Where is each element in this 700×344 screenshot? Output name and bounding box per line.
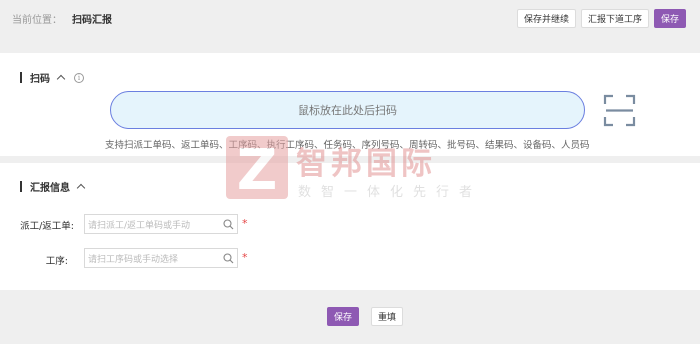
- scan-support-tip: 支持扫派工单码、返工单码、工序码、执行工序码、任务码、序列号码、周转码、批号码、…: [105, 140, 590, 151]
- search-icon[interactable]: [223, 253, 234, 264]
- scan-section: 扫码 i 鼠标放在此处后扫码 支持扫派工单码、返工单码、工序码、执行工序码、任务…: [0, 53, 700, 156]
- scan-section-title: 扫码: [30, 74, 50, 85]
- top-toolbar: 保存并继续 汇报下道工序 保存: [516, 9, 686, 28]
- scan-icon[interactable]: [603, 94, 636, 127]
- dispatch-order-placeholder: 请扫派工/返工单码或手动: [88, 220, 191, 231]
- scan-input-area[interactable]: 鼠标放在此处后扫码: [110, 91, 585, 129]
- section-marker: [20, 181, 22, 192]
- report-section-title: 汇报信息: [30, 183, 70, 194]
- report-section-header[interactable]: 汇报信息: [20, 179, 86, 194]
- reset-button[interactable]: 重填: [371, 307, 404, 326]
- section-marker: [20, 72, 22, 83]
- process-placeholder: 请扫工序码或手动选择: [88, 254, 179, 265]
- required-mark: *: [242, 217, 248, 230]
- info-icon[interactable]: i: [74, 72, 84, 83]
- process-input[interactable]: 请扫工序码或手动选择: [84, 248, 238, 268]
- save-and-continue-button[interactable]: 保存并继续: [516, 9, 576, 28]
- dispatch-order-label: 派工/返工单:: [20, 221, 74, 232]
- scan-section-header[interactable]: 扫码 i: [20, 70, 84, 85]
- breadcrumb-label: 当前位置：: [12, 14, 62, 26]
- chevron-up-icon[interactable]: [56, 74, 66, 84]
- footer-actions: 保存 重填: [327, 307, 404, 326]
- report-next-process-button[interactable]: 汇报下道工序: [580, 9, 649, 28]
- chevron-up-icon[interactable]: [76, 183, 86, 193]
- page-title: 扫码汇报: [72, 14, 112, 26]
- report-section: 汇报信息 派工/返工单: 请扫派工/返工单码或手动 * 工序: 请扫工序码或手动…: [0, 163, 700, 290]
- dispatch-order-input[interactable]: 请扫派工/返工单码或手动: [84, 214, 238, 234]
- required-mark: *: [242, 251, 248, 264]
- process-label: 工序:: [45, 256, 68, 267]
- search-icon[interactable]: [223, 219, 234, 230]
- save-button[interactable]: 保存: [327, 307, 360, 326]
- save-button-top[interactable]: 保存: [653, 9, 686, 28]
